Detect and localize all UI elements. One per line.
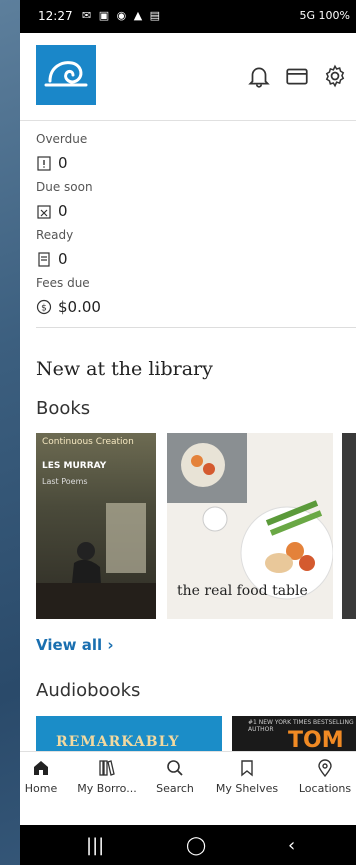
nav-locations-label: Locations [298, 782, 352, 795]
app-bar [20, 33, 356, 121]
books-heading: Books [36, 398, 91, 419]
bell-icon[interactable] [246, 63, 272, 89]
nav-home-label: Home [24, 782, 58, 795]
library-logo[interactable] [36, 45, 96, 105]
status-right: 5G 100% [299, 9, 350, 22]
search-icon [167, 760, 183, 776]
bottom-navigation: Home My Borro... Search My Shelves Locat… [20, 751, 356, 825]
nav-my-shelves[interactable]: My Shelves [212, 758, 282, 795]
clipboard-alert-icon [37, 156, 51, 171]
card-icon[interactable] [284, 63, 310, 89]
ready-value: 0 [58, 250, 68, 268]
home-system-button[interactable]: ◯ [186, 835, 206, 856]
view-all-books-link[interactable]: View all › [36, 636, 114, 654]
account-stats: Overdue 0 Due soon 0 Ready 0 Fees due $ … [36, 130, 101, 322]
recents-button[interactable]: ||| [86, 835, 104, 856]
gear-icon[interactable] [322, 63, 348, 89]
overdue-row[interactable]: 0 [36, 148, 101, 178]
nav-search-label: Search [156, 782, 194, 795]
nav-shelves-label: My Shelves [215, 782, 279, 795]
nav-search[interactable]: Search [140, 758, 210, 795]
ready-row[interactable]: 0 [36, 244, 101, 274]
calendar-x-icon [37, 205, 51, 219]
overdue-label: Overdue [36, 132, 88, 146]
home-icon [34, 761, 48, 775]
status-bar: 12:27 ✉ ▣ ◉ ▲ ▤ 5G 100% [20, 0, 356, 33]
notification-icons: ✉ ▣ ◉ ▲ ▤ [82, 9, 163, 22]
audiobooks-heading: Audiobooks [36, 680, 141, 701]
location-pin-icon [318, 759, 332, 778]
shell-logo-icon [44, 61, 88, 87]
nav-my-borrowing[interactable]: My Borro... [72, 758, 142, 795]
fees-value: $0.00 [58, 298, 101, 316]
bookmark-icon [241, 760, 253, 777]
nav-home[interactable]: Home [20, 758, 76, 795]
book1-photo [36, 503, 156, 619]
status-time: 12:27 [38, 9, 73, 23]
overdue-value: 0 [58, 154, 68, 172]
due-soon-value: 0 [58, 202, 68, 220]
book-ready-icon [38, 252, 50, 267]
nav-borrowing-label: My Borro... [77, 782, 137, 795]
nav-locations[interactable]: Locations [290, 758, 356, 795]
svg-text:$: $ [41, 304, 47, 314]
fees-row[interactable]: $ $0.00 [36, 292, 101, 322]
fees-label: Fees due [36, 276, 90, 290]
phone-screen: 12:27 ✉ ▣ ◉ ▲ ▤ 5G 100% Overdue 0 Due so… [20, 0, 356, 865]
system-nav-bar: ||| ◯ ‹ [20, 825, 356, 865]
ready-label: Ready [36, 228, 74, 242]
due-soon-label: Due soon [36, 180, 93, 194]
new-at-library-title: New at the library [36, 358, 213, 380]
books-icon [99, 760, 115, 776]
book-cover-partial[interactable] [342, 433, 356, 619]
dollar-coin-icon: $ [36, 299, 52, 315]
back-button[interactable]: ‹ [288, 835, 295, 856]
due-soon-row[interactable]: 0 [36, 196, 101, 226]
book-cover-continuous-creation[interactable]: Continuous Creation LES MURRAY Last Poem… [36, 433, 156, 619]
book-cover-real-food-table[interactable]: the real food table [167, 433, 333, 619]
section-divider [36, 327, 356, 328]
book2-title: the real food table [177, 583, 308, 599]
